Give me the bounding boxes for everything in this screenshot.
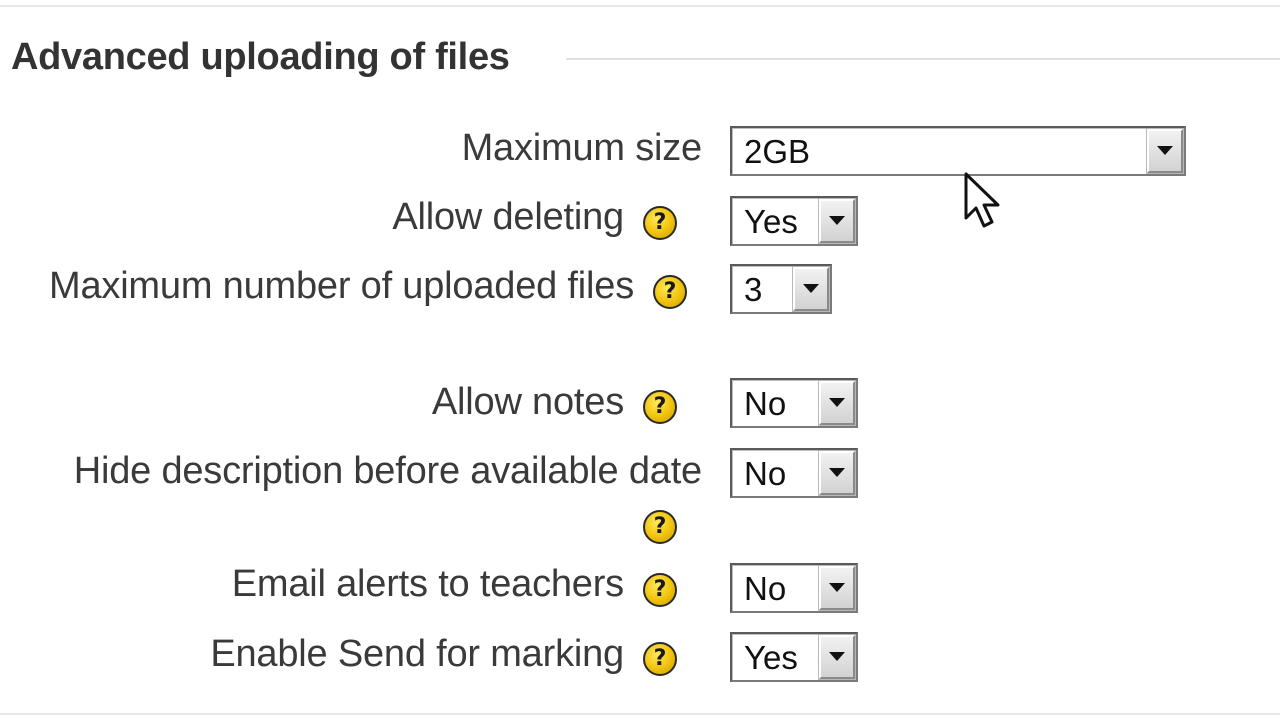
allow-notes-value: No xyxy=(744,385,787,422)
allow-notes-dropdown-button[interactable] xyxy=(818,380,856,426)
help-icon[interactable]: ? xyxy=(643,642,677,676)
maximum-uploaded-files-select[interactable]: 3 xyxy=(730,264,832,314)
field-label-allow-deleting: Allow deleting xyxy=(392,196,624,238)
section-divider xyxy=(566,58,1280,60)
chevron-down-icon xyxy=(829,652,845,661)
help-icon[interactable]: ? xyxy=(643,390,677,424)
chevron-down-icon xyxy=(829,398,845,407)
field-label-allow-notes: Allow notes xyxy=(431,381,624,423)
chevron-down-icon xyxy=(829,216,845,225)
help-icon[interactable]: ? xyxy=(643,510,677,544)
field-label-maximum-size: Maximum size xyxy=(461,127,703,169)
field-label-maximum-number-of-uploaded-files: Maximum number of uploaded files xyxy=(49,265,634,307)
field-label-enable-send-for-marking: Enable Send for marking xyxy=(210,633,624,675)
allow-deleting-value: Yes xyxy=(744,203,798,240)
maximum-size-select[interactable]: 2GB xyxy=(730,126,1186,176)
hide-description-value: No xyxy=(744,455,787,492)
hide-description-dropdown-button[interactable] xyxy=(818,450,856,496)
allow-deleting-select[interactable]: Yes xyxy=(730,196,858,246)
chevron-down-icon xyxy=(803,284,819,293)
help-icon[interactable]: ? xyxy=(643,573,677,607)
send-for-marking-select[interactable]: Yes xyxy=(730,632,858,682)
top-divider xyxy=(0,5,1280,7)
chevron-down-icon xyxy=(1157,146,1173,155)
send-for-marking-value: Yes xyxy=(744,639,798,676)
bottom-divider xyxy=(0,713,1280,715)
send-for-marking-dropdown-button[interactable] xyxy=(818,634,856,680)
maximum-size-dropdown-button[interactable] xyxy=(1146,128,1184,174)
help-icon[interactable]: ? xyxy=(653,275,687,309)
email-alerts-select[interactable]: No xyxy=(730,563,858,613)
mouse-pointer-icon xyxy=(964,172,1000,228)
maximum-size-value: 2GB xyxy=(744,133,811,170)
maximum-uploaded-files-dropdown-button[interactable] xyxy=(792,266,830,312)
field-label-email-alerts-to-teachers: Email alerts to teachers xyxy=(231,563,624,605)
maximum-uploaded-files-value: 3 xyxy=(744,271,763,308)
section-title: Advanced uploading of files xyxy=(11,36,510,78)
settings-page: Advanced uploading of files Maximum size… xyxy=(0,0,1280,720)
chevron-down-icon xyxy=(829,583,845,592)
field-label-hide-description-before-available-date: Hide description before available date xyxy=(73,450,702,492)
allow-deleting-dropdown-button[interactable] xyxy=(818,198,856,244)
email-alerts-value: No xyxy=(744,570,787,607)
chevron-down-icon xyxy=(829,468,845,477)
hide-description-select[interactable]: No xyxy=(730,448,858,498)
help-icon[interactable]: ? xyxy=(643,206,677,240)
allow-notes-select[interactable]: No xyxy=(730,378,858,428)
email-alerts-dropdown-button[interactable] xyxy=(818,565,856,611)
